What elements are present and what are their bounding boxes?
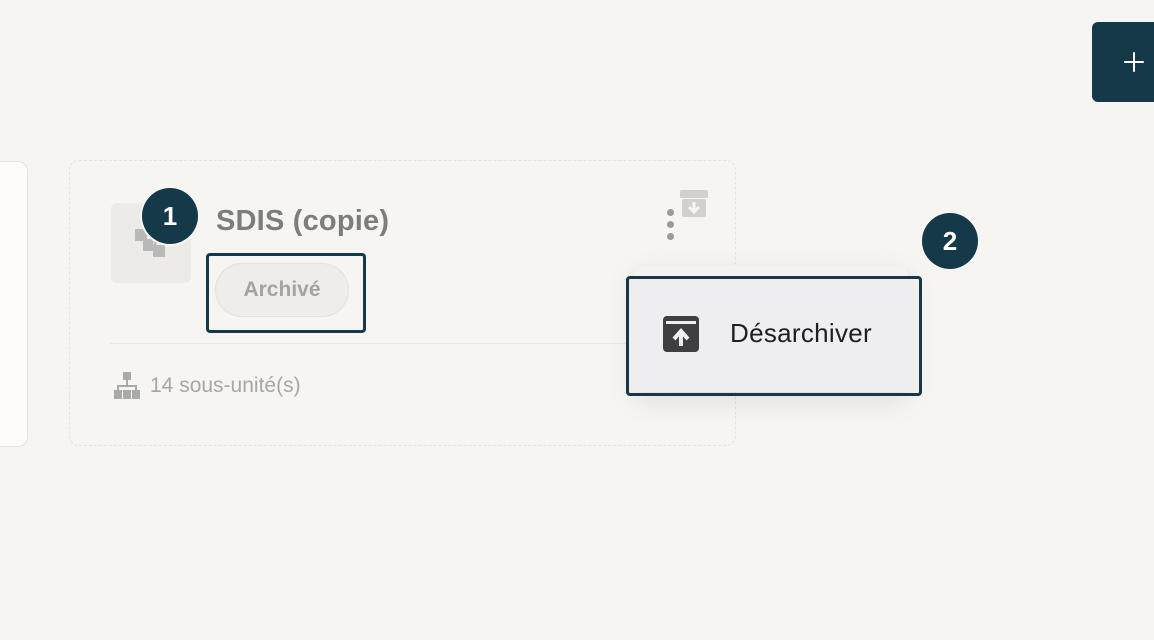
adjacent-card[interactable] (0, 161, 28, 447)
archive-icon (680, 190, 708, 218)
status-highlight-frame (206, 253, 366, 333)
org-title: SDIS (copie) (216, 205, 390, 237)
plus-icon-vertical (1133, 52, 1135, 72)
org-tree-icon (114, 372, 140, 399)
divider (110, 343, 670, 344)
callout-badge-1: 1 (142, 188, 198, 244)
subunits-count: 14 sous-unité(s) (114, 372, 301, 400)
callout-badge-2: 2 (922, 213, 978, 269)
more-options-icon[interactable] (662, 209, 678, 245)
page: SDIS (copie) Archivé 14 sous-unité(s) Dé… (0, 0, 1154, 640)
subunits-label: 14 sous-unité(s) (150, 374, 301, 397)
add-button[interactable] (1092, 22, 1154, 102)
menu-highlight-frame (626, 276, 922, 396)
